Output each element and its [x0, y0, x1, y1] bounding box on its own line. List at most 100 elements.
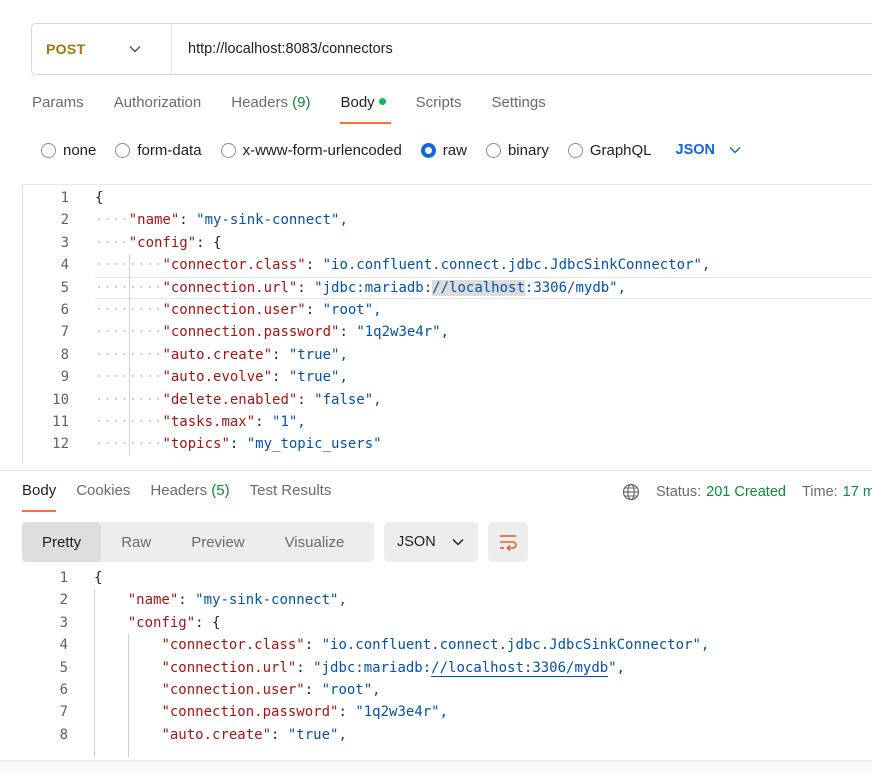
whitespace-marker: ····	[95, 234, 129, 251]
view-preview-button[interactable]: Preview	[171, 522, 264, 562]
radio-form-data[interactable]: form-data	[115, 142, 202, 159]
chevron-down-icon	[129, 45, 141, 53]
json-key: "name"	[127, 592, 179, 609]
json-value: "true",	[288, 369, 348, 386]
json-value: "true",	[288, 346, 348, 363]
indent-guide	[128, 254, 130, 456]
method-label: POST	[46, 41, 86, 57]
json-value: "my_topic_users"	[246, 436, 382, 453]
code-line: 7 "connection.password": "1q2w3e4r",	[22, 701, 872, 723]
json-value: "false",	[314, 391, 382, 408]
code-text: ········"connection.user": "root",	[95, 299, 382, 321]
radio-x-www-form-urlencoded[interactable]: x-www-form-urlencoded	[220, 142, 402, 159]
code-text: ········"auto.create": "true",	[95, 344, 348, 366]
code-line: 7 ········"connection.password": "1q2w3e4…	[23, 321, 872, 343]
json-key: "connection.url"	[161, 659, 297, 676]
code-text: ········"connector.class": "io.confluent…	[95, 254, 710, 276]
code-line: 1{	[22, 567, 872, 589]
response-headers-count: (5)	[211, 482, 230, 499]
code-line: 6 "connection.user": "root",	[22, 679, 872, 701]
response-body-viewer[interactable]: 1{ 2 "name": "my-sink-connect", 3 "config"…	[22, 566, 872, 760]
json-value: :3306/mydb",	[524, 279, 627, 296]
method-select[interactable]: POST	[32, 24, 172, 74]
line-number: 7	[59, 704, 68, 721]
time-label: Time:	[801, 484, 838, 500]
code-text: ········"connection.password": "1q2w3e4r…	[95, 321, 449, 343]
json-value: "io.confluent.connect.jdbc.JdbcSinkConne…	[322, 257, 711, 274]
tab-scripts[interactable]: Scripts	[416, 94, 462, 124]
code-line: 3 "config": {	[22, 612, 872, 634]
radio-binary[interactable]: binary	[485, 142, 549, 159]
response-tab-body[interactable]: Body	[22, 482, 57, 512]
request-body-editor[interactable]: 1{2 ····"name": "my-sink-connect", 3 ····"c…	[22, 184, 872, 464]
wrap-lines-button[interactable]	[488, 522, 528, 562]
json-key: "connector.class"	[162, 257, 306, 274]
json-key: "tasks.max"	[162, 414, 256, 430]
code-text: ········"tasks.max": "1",	[95, 411, 306, 433]
url-input[interactable]: http://localhost:8083/connectors	[172, 41, 393, 57]
json-key: "config"	[128, 234, 197, 251]
line-number: 4	[60, 257, 69, 274]
response-view-toggle: Pretty Raw Preview Visualize	[22, 522, 374, 562]
code-text: ········"topics": "my_topic_users"	[95, 433, 382, 455]
code-text: "name": "my-sink-connect",	[127, 592, 347, 609]
code-line: 2 ····"name": "my-sink-connect",	[23, 209, 872, 231]
json-value: "io.confluent.connect.jdbc.JdbcSinkConne…	[321, 637, 710, 654]
response-tab-test-results[interactable]: Test Results	[250, 482, 332, 512]
code-line: 3 ····"config": {	[23, 232, 872, 254]
line-number: 8	[59, 726, 68, 743]
indent-guide	[127, 634, 129, 758]
code-text: "connection.user": "root",	[161, 682, 381, 698]
json-key: "connection.user"	[162, 302, 306, 318]
time-value[interactable]: 17 m	[843, 484, 872, 500]
wrap-lines-icon	[500, 535, 517, 551]
json-value: "root",	[321, 682, 381, 698]
view-pretty-button[interactable]: Pretty	[22, 522, 102, 562]
status-label: Status:	[656, 484, 702, 500]
code-line: 9 ········"auto.evolve": "true",	[23, 366, 872, 388]
json-value: ",	[608, 659, 626, 676]
pane-divider[interactable]	[0, 470, 872, 471]
tab-headers[interactable]: Headers (9)	[231, 94, 310, 124]
response-tab-headers[interactable]: Headers (5)	[150, 482, 229, 512]
tab-authorization[interactable]: Authorization	[114, 94, 202, 124]
whitespace-marker: ····	[95, 212, 129, 229]
radio-raw[interactable]: raw	[420, 142, 467, 159]
response-tab-cookies[interactable]: Cookies	[76, 482, 130, 512]
code-text: ····"config": {	[95, 234, 222, 251]
code-line: 5 ········"connection.url": "jdbc:mariadb…	[23, 276, 872, 299]
view-raw-button[interactable]: Raw	[101, 522, 171, 562]
line-number: 10	[52, 391, 69, 408]
line-number: 4	[59, 637, 68, 654]
radio-none[interactable]: none	[41, 142, 96, 159]
json-key: "connection.password"	[161, 704, 339, 721]
radio-circle-icon	[220, 142, 236, 158]
code-text: "connection.password": "1q2w3e4r",	[161, 704, 449, 721]
json-key: "auto.create"	[161, 726, 272, 743]
code-line: 12 ········"topics": "my_topic_users"	[23, 433, 872, 455]
line-number: 2	[59, 592, 68, 609]
line-number: 8	[60, 346, 69, 363]
json-key: "config"	[127, 614, 196, 631]
body-format-select[interactable]: JSON	[676, 142, 742, 158]
radio-graphql[interactable]: GraphQL	[567, 142, 652, 159]
json-key: "topics"	[162, 436, 230, 453]
line-number: 7	[60, 324, 69, 341]
json-value: "1q2w3e4r",	[356, 324, 450, 341]
response-format-select[interactable]: JSON	[384, 522, 478, 562]
code-line: 4 ········"connector.class": "io.confluen…	[23, 254, 872, 276]
code-text: "config": {	[127, 614, 221, 631]
tab-settings[interactable]: Settings	[492, 94, 546, 124]
view-visualize-button[interactable]: Visualize	[265, 522, 365, 562]
json-value: "jdbc:mariadb:	[313, 659, 432, 676]
request-tabs: Params Authorization Headers (9) Body Sc…	[32, 94, 576, 124]
tab-body[interactable]: Body	[340, 94, 391, 124]
json-value: "true",	[287, 726, 347, 743]
globe-icon[interactable]	[622, 483, 640, 501]
response-status: Status: 201 Created Time: 17 m	[622, 483, 872, 501]
json-key: "connector.class"	[161, 637, 305, 654]
json-key: "delete.enabled"	[162, 391, 298, 408]
tab-params[interactable]: Params	[32, 94, 84, 124]
status-value[interactable]: 201 Created	[706, 484, 786, 500]
code-text: ····"name": "my-sink-connect",	[95, 212, 348, 229]
